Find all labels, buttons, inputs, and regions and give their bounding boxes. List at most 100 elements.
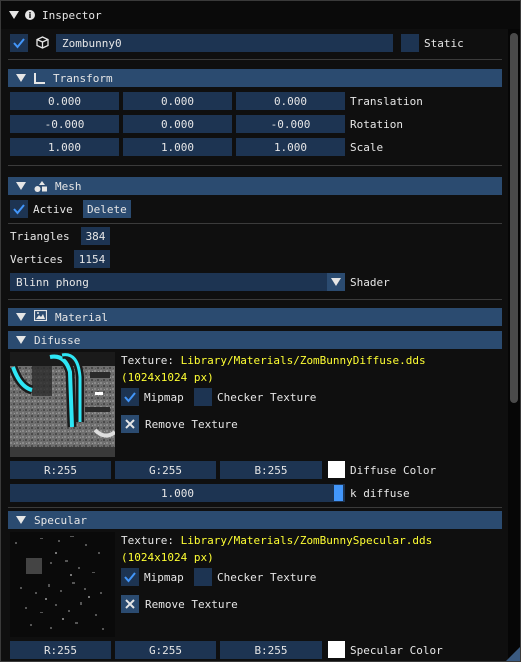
image-icon — [33, 309, 48, 324]
checkmark-icon — [13, 204, 25, 215]
shader-dropdown[interactable]: Blinn phong — [10, 273, 345, 291]
checkmark-icon — [124, 392, 136, 403]
specular-texture-path: Library/Materials/ZomBunnySpecular.dds — [180, 533, 433, 547]
shader-label: Shader — [350, 275, 390, 289]
triangles-label: Triangles — [10, 229, 70, 243]
separator — [8, 507, 502, 508]
static-checkbox[interactable] — [401, 34, 419, 52]
mesh-active-label: Active — [33, 202, 73, 216]
specular-color-swatch[interactable] — [328, 641, 345, 658]
diffuse-color-swatch[interactable] — [328, 461, 345, 478]
diffuse-texture-size: (1024x1024 px) — [121, 370, 214, 384]
x-icon — [125, 419, 135, 429]
material-header[interactable]: Material — [8, 308, 502, 326]
collapse-arrow-icon[interactable] — [16, 336, 26, 344]
specular-texture-preview — [10, 532, 115, 637]
diffuse-texture-path: Library/Materials/ZomBunnyDiffuse.dds — [180, 353, 426, 367]
k-diffuse-value: 1.000 — [160, 486, 195, 500]
vertices-label: Vertices — [10, 252, 63, 266]
specular-checker-label: Checker Texture — [217, 570, 317, 584]
cube-icon — [36, 36, 49, 52]
rotation-x-input[interactable]: -0.000 — [10, 115, 119, 133]
static-label: Static — [424, 36, 464, 50]
k-diffuse-slider-grab[interactable] — [334, 485, 343, 501]
rotation-z-input[interactable]: -0.000 — [236, 115, 345, 133]
dropdown-arrow-icon[interactable] — [327, 273, 345, 291]
transform-title: Transform — [53, 71, 113, 85]
diffuse-r-input[interactable]: R:255 — [10, 461, 111, 479]
rotation-y-input[interactable]: 0.000 — [123, 115, 232, 133]
diffuse-title: Difusse — [34, 333, 81, 347]
specular-checker-checkbox[interactable] — [194, 568, 212, 586]
specular-remove-texture-label: Remove Texture — [145, 597, 238, 611]
title-bar[interactable]: i Inspector — [1, 1, 520, 29]
diffuse-mipmap-label: Mipmap — [144, 390, 184, 404]
scale-y-input[interactable]: 1.000 — [123, 138, 232, 156]
specular-texture-size: (1024x1024 px) — [121, 550, 214, 564]
separator — [8, 59, 502, 60]
separator — [8, 223, 502, 224]
separator — [8, 299, 502, 300]
axis-icon — [34, 72, 45, 84]
scrollbar-thumb[interactable] — [510, 33, 518, 403]
specular-texture-prefix: Texture: — [121, 533, 174, 547]
window-title: Inspector — [42, 8, 102, 22]
collapse-arrow-icon[interactable] — [9, 11, 19, 19]
mesh-header[interactable]: Mesh — [8, 177, 502, 195]
object-active-checkbox[interactable] — [10, 34, 28, 52]
k-diffuse-slider[interactable]: 1.000 — [10, 484, 345, 502]
specular-remove-texture-button[interactable] — [121, 595, 139, 613]
scale-z-input[interactable]: 1.000 — [236, 138, 345, 156]
x-icon — [125, 599, 135, 609]
delete-mesh-button[interactable]: Delete — [83, 200, 131, 218]
info-icon: i — [25, 10, 35, 20]
translation-label: Translation — [350, 94, 423, 108]
diffuse-checker-checkbox[interactable] — [194, 388, 212, 406]
checkmark-icon — [124, 572, 136, 583]
diffuse-texture-info: Texture: Library/Materials/ZomBunnyDiffu… — [121, 351, 426, 369]
diffuse-b-input[interactable]: B:255 — [220, 461, 322, 479]
specular-texture-info: Texture: Library/Materials/ZomBunnySpecu… — [121, 531, 432, 549]
collapse-arrow-icon[interactable] — [16, 313, 26, 321]
translation-y-input[interactable]: 0.000 — [123, 92, 232, 110]
collapse-arrow-icon[interactable] — [16, 516, 26, 524]
diffuse-remove-texture-button[interactable] — [121, 415, 139, 433]
mesh-active-checkbox[interactable] — [10, 200, 28, 218]
specular-b-input[interactable]: B:255 — [220, 641, 322, 659]
rotation-label: Rotation — [350, 117, 403, 131]
shader-value: Blinn phong — [16, 275, 89, 289]
material-title: Material — [55, 310, 108, 324]
transform-header[interactable]: Transform — [8, 69, 502, 87]
specular-g-input[interactable]: G:255 — [115, 641, 216, 659]
checkmark-icon — [13, 38, 25, 49]
diffuse-mipmap-checkbox[interactable] — [121, 388, 139, 406]
collapse-arrow-icon[interactable] — [16, 182, 26, 190]
mesh-title: Mesh — [55, 179, 82, 193]
specular-mipmap-label: Mipmap — [144, 570, 184, 584]
specular-mipmap-checkbox[interactable] — [121, 568, 139, 586]
separator — [8, 165, 502, 166]
inspector-window: i Inspector Zombunny0 Static Transform 0… — [0, 0, 521, 662]
diffuse-texture-prefix: Texture: — [121, 353, 174, 367]
triangles-value: 384 — [81, 227, 110, 245]
specular-title: Specular — [34, 513, 87, 527]
resize-grip[interactable] — [506, 647, 520, 661]
specular-color-label: Specular Color — [350, 643, 443, 657]
object-name-input[interactable]: Zombunny0 — [56, 34, 393, 52]
k-diffuse-label: k diffuse — [350, 486, 410, 500]
diffuse-texture-preview — [10, 352, 115, 457]
vertical-scrollbar[interactable] — [508, 29, 520, 661]
diffuse-checker-label: Checker Texture — [217, 390, 317, 404]
diffuse-remove-texture-label: Remove Texture — [145, 417, 238, 431]
shapes-icon — [34, 180, 47, 192]
vertices-value: 1154 — [74, 250, 110, 268]
translation-x-input[interactable]: 0.000 — [10, 92, 119, 110]
diffuse-g-input[interactable]: G:255 — [115, 461, 216, 479]
diffuse-color-label: Diffuse Color — [350, 463, 437, 477]
collapse-arrow-icon[interactable] — [16, 74, 26, 82]
diffuse-header[interactable]: Difusse — [8, 331, 502, 349]
translation-z-input[interactable]: 0.000 — [236, 92, 345, 110]
specular-r-input[interactable]: R:255 — [10, 641, 111, 659]
specular-header[interactable]: Specular — [8, 511, 502, 529]
scale-x-input[interactable]: 1.000 — [10, 138, 119, 156]
